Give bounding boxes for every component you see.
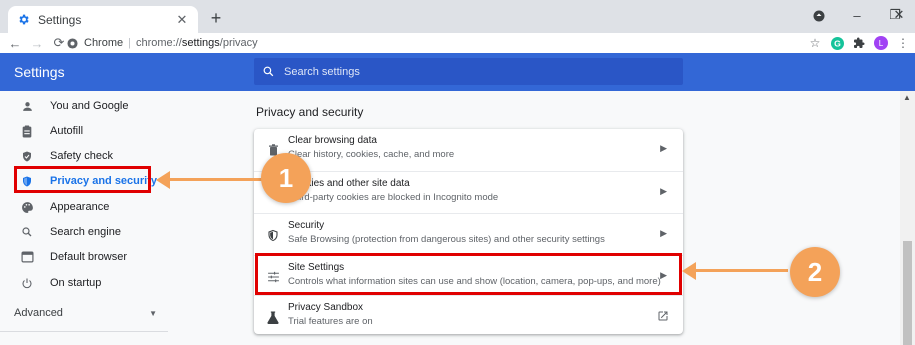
sidebar-item-you-and-google[interactable]: You and Google bbox=[20, 94, 170, 118]
page-title: Settings bbox=[14, 64, 65, 80]
settings-gear-icon bbox=[16, 13, 30, 27]
forward-arrow-icon[interactable]: → bbox=[28, 34, 46, 52]
address-bar[interactable]: Chrome | chrome://settings/privacy bbox=[67, 34, 797, 52]
bookmark-star-icon[interactable]: ☆ bbox=[807, 35, 823, 51]
sidebar-item-label: Search engine bbox=[50, 226, 121, 238]
search-icon bbox=[20, 225, 34, 239]
row-title: Privacy Sandbox bbox=[288, 302, 364, 313]
browser-icon bbox=[20, 250, 34, 264]
callout-badge-1: 1 bbox=[261, 153, 311, 203]
settings-row-clear-browsing-data[interactable]: Clear browsing data Clear history, cooki… bbox=[254, 129, 683, 171]
address-separator: | bbox=[128, 37, 131, 49]
scrollbar-thumb[interactable] bbox=[903, 241, 912, 345]
highlight-site-settings bbox=[255, 253, 682, 295]
external-link-icon[interactable] bbox=[657, 309, 671, 323]
profile-avatar[interactable]: L bbox=[873, 35, 889, 51]
power-icon bbox=[20, 276, 34, 290]
shield-icon bbox=[266, 228, 280, 242]
close-icon[interactable]: ✕ bbox=[174, 12, 190, 28]
sidebar-divider bbox=[0, 331, 168, 332]
sidebar-item-label: On startup bbox=[50, 277, 102, 289]
caret-down-icon: ▼ bbox=[149, 308, 157, 318]
reload-icon[interactable]: ⟳ bbox=[50, 34, 68, 52]
callout-2-arrowhead-icon bbox=[682, 262, 696, 280]
settings-row-cookies[interactable]: Cookies and other site data Third-party … bbox=[254, 171, 683, 213]
sidebar-item-default-browser[interactable]: Default browser bbox=[20, 245, 170, 269]
sidebar-item-label: Default browser bbox=[50, 251, 128, 263]
sidebar-item-label: Autofill bbox=[50, 125, 84, 137]
chevron-right-icon: ▶ bbox=[660, 143, 667, 153]
settings-row-security[interactable]: Security Safe Browsing (protection from … bbox=[254, 213, 683, 255]
back-arrow-icon[interactable]: ← bbox=[6, 34, 24, 52]
row-subtitle: Clear history, cookies, cache, and more bbox=[288, 149, 455, 160]
minimize-button[interactable]: – bbox=[838, 8, 876, 23]
row-subtitle: Safe Browsing (protection from dangerous… bbox=[288, 234, 605, 245]
search-icon bbox=[262, 65, 276, 79]
chevron-right-icon: ▶ bbox=[660, 228, 667, 238]
sidebar-item-on-startup[interactable]: On startup bbox=[20, 271, 170, 295]
person-icon bbox=[20, 99, 34, 113]
chevron-right-icon: ▶ bbox=[660, 186, 667, 196]
search-input[interactable] bbox=[284, 65, 664, 78]
flask-icon bbox=[266, 310, 280, 324]
profile-circle-icon[interactable] bbox=[800, 8, 838, 23]
sidebar-item-appearance[interactable]: Appearance bbox=[20, 195, 170, 219]
new-tab-button[interactable]: + bbox=[206, 9, 226, 29]
advanced-label: Advanced bbox=[14, 307, 63, 319]
tab-settings[interactable]: Settings ✕ bbox=[8, 6, 198, 33]
row-title: Clear browsing data bbox=[288, 135, 377, 146]
palette-icon bbox=[20, 200, 34, 214]
row-subtitle: Trial features are on bbox=[288, 316, 373, 327]
sidebar-item-autofill[interactable]: Autofill bbox=[20, 119, 170, 143]
privacy-settings-card: Clear browsing data Clear history, cooki… bbox=[254, 129, 683, 334]
shield-check-icon bbox=[20, 149, 34, 163]
row-subtitle: Third-party cookies are blocked in Incog… bbox=[288, 192, 499, 203]
search-box[interactable] bbox=[254, 58, 683, 85]
callout-badge-2: 2 bbox=[790, 247, 840, 297]
address-url: chrome://settings/privacy bbox=[135, 37, 258, 49]
browser-toolbar: ← → ⟳ Chrome | chrome://settings/privacy… bbox=[0, 33, 915, 53]
chrome-logo-icon bbox=[67, 37, 78, 49]
sidebar-item-label: Safety check bbox=[50, 150, 113, 162]
callout-2-arrow-line bbox=[694, 269, 788, 272]
tab-strip: Settings ✕ + – ❐ ✕ bbox=[0, 0, 915, 33]
sidebar-item-label: Appearance bbox=[50, 201, 110, 213]
grammarly-icon[interactable]: G bbox=[829, 35, 845, 51]
toolbar-right: ☆ G L ⋮ bbox=[807, 34, 911, 52]
settings-row-privacy-sandbox[interactable]: Privacy Sandbox Trial features are on bbox=[254, 295, 683, 337]
highlight-privacy-and-security bbox=[14, 166, 151, 193]
page-scrollbar[interactable]: ▲ bbox=[900, 91, 915, 345]
svg-text:L: L bbox=[879, 39, 884, 48]
more-menu-icon[interactable]: ⋮ bbox=[895, 35, 911, 51]
section-title: Privacy and security bbox=[256, 105, 364, 119]
extensions-puzzle-icon[interactable] bbox=[851, 35, 867, 51]
settings-content: You and Google Autofill Safety check Pri… bbox=[0, 91, 915, 345]
tab-title: Settings bbox=[38, 12, 82, 27]
row-title: Security bbox=[288, 220, 325, 231]
window-close-button[interactable]: ✕ bbox=[880, 7, 915, 23]
sidebar-item-search-engine[interactable]: Search engine bbox=[20, 220, 170, 244]
window-close-wrap: ✕ bbox=[880, 0, 915, 30]
callout-1-arrow-line bbox=[168, 178, 263, 181]
scroll-up-arrow-icon[interactable]: ▲ bbox=[903, 93, 911, 102]
site-label: Chrome bbox=[84, 37, 124, 49]
settings-header: Settings bbox=[0, 53, 915, 91]
sidebar-advanced-toggle[interactable]: Advanced ▼ bbox=[14, 302, 169, 324]
callout-1-arrowhead-icon bbox=[156, 171, 170, 189]
svg-text:G: G bbox=[834, 38, 841, 48]
sidebar-item-safety-check[interactable]: Safety check bbox=[20, 144, 170, 168]
sidebar-item-label: You and Google bbox=[50, 100, 129, 112]
clipboard-icon bbox=[20, 124, 34, 138]
